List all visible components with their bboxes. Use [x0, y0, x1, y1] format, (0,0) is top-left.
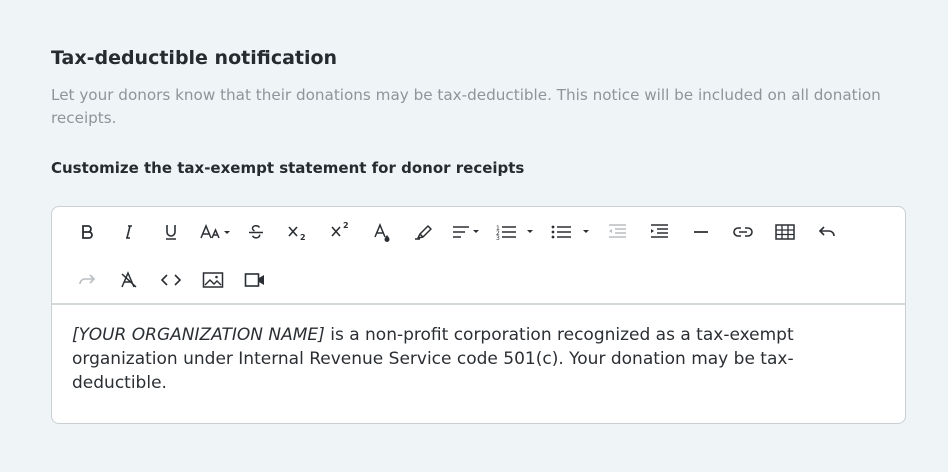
strikethrough-icon	[249, 225, 263, 239]
link-button[interactable]	[729, 218, 757, 246]
ordered-list-icon: 123	[496, 225, 533, 241]
insert-image-button[interactable]	[199, 266, 227, 294]
superscript-icon: 2	[331, 221, 349, 237]
bold-icon	[82, 225, 93, 239]
redo-button[interactable]	[73, 266, 101, 294]
outdent-icon	[609, 224, 626, 238]
organization-name-placeholder: [YOUR ORGANIZATION NAME]	[72, 325, 325, 345]
link-icon	[733, 227, 753, 237]
strikethrough-button[interactable]	[242, 218, 270, 246]
indent-button[interactable]	[645, 218, 673, 246]
section-description: Let your donors know that their donation…	[51, 86, 881, 127]
code-view-icon	[160, 274, 182, 286]
underline-button[interactable]	[157, 218, 185, 246]
font-color-icon	[374, 223, 390, 242]
editor-toolbar: 2 2 123	[52, 207, 905, 305]
clear-format-button[interactable]	[115, 266, 143, 294]
outdent-button[interactable]	[603, 218, 631, 246]
align-button[interactable]	[450, 218, 484, 246]
subscript-icon: 2	[288, 226, 306, 241]
insert-image-icon	[202, 272, 224, 288]
svg-text:2: 2	[300, 233, 306, 241]
editor-content[interactable]: [YOUR ORGANIZATION NAME] is a non-profit…	[72, 323, 872, 395]
ordered-list-button[interactable]: 123	[495, 218, 535, 246]
align-icon	[453, 226, 479, 238]
table-icon	[775, 224, 795, 240]
highlight-button[interactable]	[410, 218, 438, 246]
font-size-button[interactable]	[199, 218, 233, 246]
rich-text-editor: 2 2 123 [YOUR ORGANIZATION NAME] is a no…	[51, 206, 906, 424]
italic-button[interactable]	[115, 218, 143, 246]
svg-text:2: 2	[343, 221, 349, 230]
statement-label: Customize the tax-exempt statement for d…	[51, 159, 525, 177]
clear-format-icon	[121, 271, 137, 288]
underline-icon	[166, 225, 176, 240]
table-button[interactable]	[771, 218, 799, 246]
undo-icon	[818, 226, 835, 237]
highlight-icon	[415, 225, 432, 240]
indent-icon	[651, 224, 668, 238]
font-size-icon	[200, 224, 230, 239]
insert-video-icon	[244, 273, 264, 287]
insert-video-button[interactable]	[241, 266, 269, 294]
section-title: Tax-deductible notification	[51, 47, 338, 69]
bullet-list-icon	[551, 225, 589, 239]
redo-icon	[79, 274, 96, 285]
italic-icon	[126, 225, 132, 239]
undo-button[interactable]	[813, 218, 841, 246]
horizontal-rule-icon	[694, 231, 708, 233]
superscript-button[interactable]: 2	[327, 216, 355, 244]
subscript-button[interactable]: 2	[284, 218, 312, 246]
bold-button[interactable]	[73, 218, 101, 246]
bullet-list-button[interactable]	[550, 218, 592, 246]
horizontal-rule-button[interactable]	[687, 218, 715, 246]
font-color-button[interactable]	[368, 219, 396, 247]
code-view-button[interactable]	[157, 266, 185, 294]
svg-text:3: 3	[496, 235, 500, 241]
